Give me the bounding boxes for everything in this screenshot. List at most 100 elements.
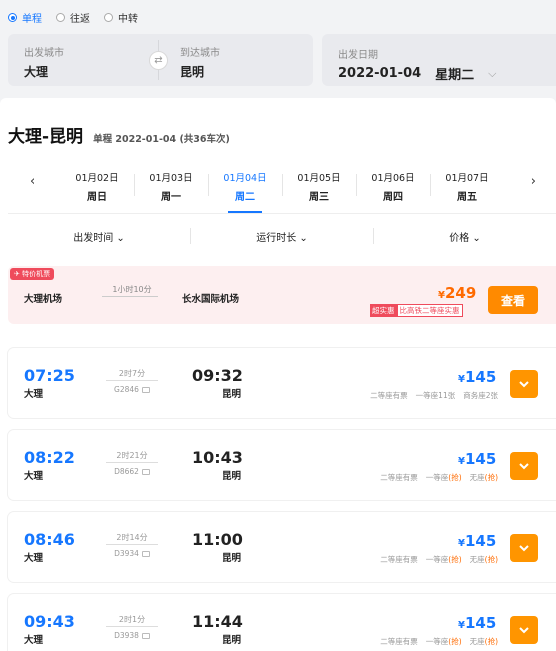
seat-availability: 二等座有票 一等座(抢) 无座(抢) bbox=[380, 636, 498, 647]
date-tab-weekday: 周五 bbox=[457, 192, 477, 203]
seat-info: 无座(抢) bbox=[470, 636, 498, 647]
seat-name: 一等座 bbox=[425, 637, 449, 646]
radio-icon bbox=[104, 13, 113, 22]
departure-time: 07:25 bbox=[24, 366, 75, 385]
departure-time: 09:43 bbox=[24, 612, 75, 631]
seat-info: 一等座(抢) bbox=[426, 636, 462, 647]
currency-symbol: ¥ bbox=[458, 456, 465, 467]
seat-name: 商务座 bbox=[463, 391, 486, 400]
special-flight-tag: ✈ 特价机票 bbox=[10, 268, 55, 280]
chevron-down-icon bbox=[519, 381, 529, 388]
date-tab-date: 01月02日 bbox=[75, 173, 119, 184]
seat-name: 二等座 bbox=[380, 555, 403, 564]
sort-departure-time[interactable]: 出发时间 ⌄ bbox=[8, 229, 190, 244]
seat-name: 二等座 bbox=[380, 473, 403, 482]
from-city-label: 出发城市 bbox=[24, 48, 64, 59]
seat-status: 有票 bbox=[402, 473, 418, 482]
train-number-text: G2846 bbox=[114, 385, 139, 394]
arrival-station: 昆明 bbox=[222, 553, 242, 564]
date-tab[interactable]: 01月07日 周五 bbox=[430, 170, 504, 203]
date-tab[interactable]: 01月02日 周日 bbox=[60, 170, 134, 203]
date-tab[interactable]: 01月03日 周一 bbox=[134, 170, 208, 203]
chevron-down-icon: ⌄ bbox=[116, 232, 125, 244]
sort-bar: 出发时间 ⌄ 运行时长 ⌄ 价格 ⌄ bbox=[8, 218, 556, 254]
chevron-down-icon bbox=[519, 463, 529, 470]
seat-name: 无座 bbox=[469, 555, 485, 564]
chevron-down-icon: ⌵ bbox=[488, 66, 497, 80]
from-city-value: 大理 bbox=[24, 65, 49, 79]
sort-label: 价格 bbox=[449, 232, 470, 244]
train-duration: 2时14分 bbox=[116, 533, 148, 542]
date-tab-weekday: 周日 bbox=[87, 192, 107, 203]
expand-train-button[interactable] bbox=[510, 452, 538, 480]
sort-duration[interactable]: 运行时长 ⌄ bbox=[191, 229, 373, 244]
date-tab[interactable]: 01月05日 周三 bbox=[282, 170, 356, 203]
to-city-field[interactable]: 到达城市 昆明 bbox=[180, 44, 220, 80]
duration-line bbox=[106, 380, 158, 381]
train-card[interactable]: 09:43 大理 2时1分 D3938 11:44 昆明 ¥145 二等座有票 … bbox=[8, 594, 556, 651]
flight-promo: 超实惠 比高铁二等座实惠 bbox=[370, 304, 463, 317]
train-card[interactable]: 08:46 大理 2时14分 D3934 11:00 昆明 ¥145 二等座有票… bbox=[8, 512, 556, 582]
train-number: G2846 bbox=[104, 385, 160, 394]
chevron-down-icon bbox=[519, 627, 529, 634]
date-tab-date: 01月07日 bbox=[445, 173, 489, 184]
flight-duration: 1小时10分 bbox=[112, 285, 152, 294]
seat-name: 一等座 bbox=[425, 473, 449, 482]
duration-line bbox=[106, 544, 158, 545]
flight-price: ¥249 bbox=[438, 284, 476, 302]
date-tab-active[interactable]: 01月04日 周二 bbox=[208, 170, 282, 213]
date-tab-date: 01月06日 bbox=[371, 173, 415, 184]
chevron-right-icon[interactable]: › bbox=[531, 174, 536, 189]
train-duration: 2时21分 bbox=[116, 451, 148, 460]
swap-icon[interactable]: ⇄ bbox=[149, 51, 168, 70]
route-subtitle: 单程 2022-01-04 (共36车次) bbox=[93, 134, 230, 145]
trip-type-label: 中转 bbox=[118, 14, 138, 25]
duration-line bbox=[102, 296, 158, 297]
chevron-left-icon[interactable]: ‹ bbox=[30, 174, 35, 189]
expand-train-button[interactable] bbox=[510, 370, 538, 398]
seat-status: 有票 bbox=[392, 391, 408, 400]
arrival-time: 11:44 bbox=[192, 612, 243, 631]
sort-price[interactable]: 价格 ⌄ bbox=[374, 229, 556, 244]
trip-type-selector: 单程 往返 中转 bbox=[8, 10, 138, 25]
seat-info: 无座(抢) bbox=[470, 554, 498, 565]
train-number-text: D3934 bbox=[114, 549, 139, 558]
date-tab-date: 01月03日 bbox=[149, 173, 193, 184]
arrival-station: 昆明 bbox=[222, 389, 242, 400]
departure-date-field[interactable]: 出发日期 2022-01-04 星期二 ⌵ bbox=[322, 34, 556, 86]
flight-offer-card[interactable]: ✈ 特价机票 大理机场 1小时10分 长水国际机场 ¥249 超实惠 比高铁二等… bbox=[8, 266, 556, 324]
train-card[interactable]: 08:22 大理 2时21分 D8662 10:43 昆明 ¥145 二等座有票… bbox=[8, 430, 556, 500]
to-city-label: 到达城市 bbox=[180, 48, 220, 59]
view-flight-button[interactable]: 查看 bbox=[488, 286, 538, 314]
expand-train-button[interactable] bbox=[510, 534, 538, 562]
date-text: 2022-01-04 bbox=[338, 66, 422, 81]
date-tab[interactable]: 01月06日 周四 bbox=[356, 170, 430, 203]
trip-type-roundtrip[interactable]: 往返 bbox=[56, 10, 90, 25]
results-panel: 大理-昆明 单程 2022-01-04 (共36车次) ‹ 01月02日 周日 … bbox=[0, 98, 556, 651]
date-tabs: ‹ 01月02日 周日 01月03日 周一 01月04日 周二 01月05日 周… bbox=[8, 156, 556, 214]
from-city-field[interactable]: 出发城市 大理 bbox=[24, 44, 64, 80]
date-tab-weekday: 周三 bbox=[309, 192, 329, 203]
ticket-icon bbox=[141, 632, 150, 639]
date-tab-weekday: 周四 bbox=[383, 192, 403, 203]
date-tab-date: 01月04日 bbox=[223, 173, 267, 184]
expand-train-button[interactable] bbox=[510, 616, 538, 644]
seat-info: 二等座有票 bbox=[370, 390, 408, 401]
seat-info: 商务座2张 bbox=[463, 390, 498, 401]
currency-symbol: ¥ bbox=[458, 620, 465, 631]
city-search-box: 出发城市 大理 ⇄ 到达城市 昆明 bbox=[8, 34, 313, 86]
train-card[interactable]: 07:25 大理 2时7分 G2846 09:32 昆明 ¥145 二等座有票 … bbox=[8, 348, 556, 418]
seat-status: 11张 bbox=[438, 391, 456, 400]
seat-name: 无座 bbox=[469, 473, 485, 482]
seat-status-grab: (抢) bbox=[448, 555, 462, 564]
promo-badge: 超实惠 bbox=[370, 304, 397, 317]
seat-availability: 二等座有票 一等座(抢) 无座(抢) bbox=[380, 554, 498, 565]
trip-type-oneway[interactable]: 单程 bbox=[8, 10, 42, 25]
train-price-value: 145 bbox=[464, 614, 497, 632]
currency-symbol: ¥ bbox=[458, 374, 465, 385]
train-duration: 2时1分 bbox=[118, 615, 146, 624]
departure-date-label: 出发日期 bbox=[338, 50, 378, 61]
trip-type-transfer[interactable]: 中转 bbox=[104, 10, 138, 25]
date-tab-weekday: 周一 bbox=[161, 192, 181, 203]
seat-info: 二等座有票 bbox=[380, 636, 418, 647]
